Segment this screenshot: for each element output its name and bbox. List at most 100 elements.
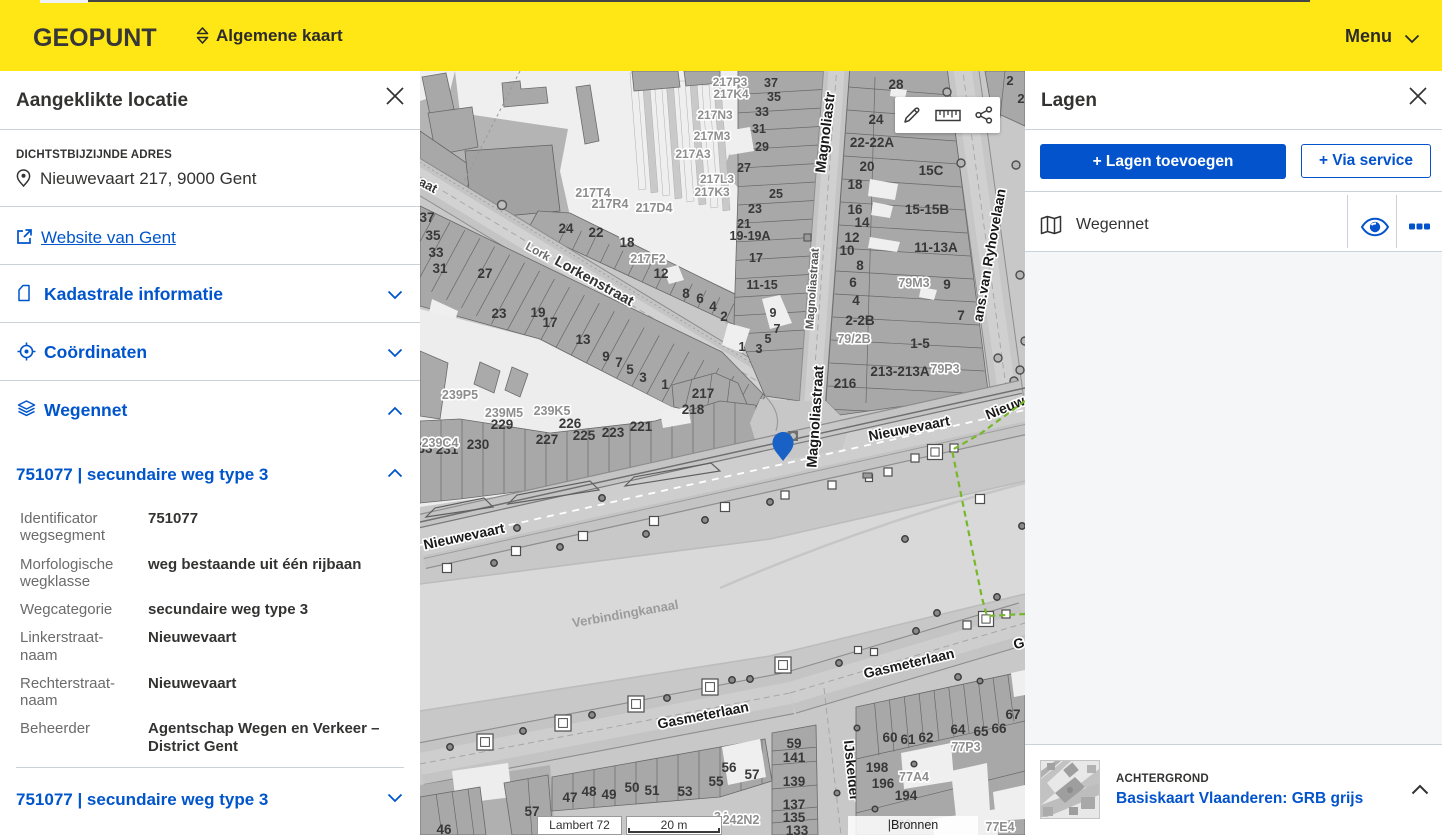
svg-text:50: 50 [624, 780, 639, 795]
svg-text:5: 5 [765, 332, 772, 346]
svg-text:194: 194 [895, 788, 918, 803]
svg-text:19-19A: 19-19A [730, 229, 771, 243]
svg-text:223: 223 [602, 425, 625, 440]
svg-text:7: 7 [774, 322, 781, 336]
svg-text:17: 17 [749, 251, 763, 265]
svg-text:2: 2 [1017, 91, 1024, 106]
svg-text:242N2: 242N2 [723, 813, 760, 827]
svg-text:227: 227 [536, 432, 559, 447]
svg-text:239C4: 239C4 [422, 436, 459, 450]
svg-text:217D4: 217D4 [636, 201, 673, 215]
svg-text:1: 1 [661, 377, 669, 392]
svg-text:79/2B: 79/2B [837, 332, 870, 346]
svg-text:27: 27 [477, 266, 492, 281]
svg-text:22: 22 [588, 225, 603, 240]
svg-text:22-22A: 22-22A [850, 135, 895, 150]
svg-text:7: 7 [615, 355, 623, 370]
svg-text:217M3: 217M3 [694, 129, 731, 143]
svg-text:7: 7 [957, 308, 965, 323]
svg-text:24: 24 [868, 112, 884, 127]
svg-text:56: 56 [721, 760, 737, 775]
svg-text:217R4: 217R4 [592, 197, 629, 211]
svg-text:9: 9 [943, 277, 951, 292]
svg-text:217A3: 217A3 [675, 147, 711, 161]
svg-text:218: 218 [682, 402, 705, 417]
svg-text:67: 67 [1005, 707, 1020, 722]
svg-text:37: 37 [420, 210, 435, 225]
svg-text:77E4: 77E4 [985, 820, 1014, 834]
svg-text:47: 47 [562, 790, 577, 805]
svg-text:33: 33 [755, 105, 769, 119]
svg-text:139: 139 [783, 774, 806, 789]
svg-text:62: 62 [918, 730, 933, 745]
svg-text:79P3: 79P3 [930, 362, 959, 376]
svg-text:61: 61 [900, 732, 916, 747]
svg-text:239P5: 239P5 [442, 388, 478, 402]
svg-text:2: 2 [1006, 73, 1013, 88]
svg-text:23: 23 [491, 306, 507, 321]
svg-text:6: 6 [696, 291, 704, 306]
svg-text:6: 6 [849, 275, 857, 290]
svg-text:217K3: 217K3 [694, 185, 730, 199]
svg-text:133: 133 [786, 823, 809, 835]
svg-text:77P3: 77P3 [951, 740, 980, 754]
svg-text:49: 49 [601, 787, 616, 802]
svg-text:11-15: 11-15 [746, 278, 777, 292]
svg-text:37: 37 [764, 76, 778, 90]
svg-text:33: 33 [428, 245, 444, 260]
svg-text:217: 217 [692, 386, 715, 401]
svg-text:57: 57 [744, 767, 759, 782]
svg-text:10: 10 [839, 243, 854, 258]
svg-text:217F2: 217F2 [630, 252, 665, 266]
svg-text:28: 28 [888, 77, 904, 92]
svg-text:213-213A: 213-213A [870, 364, 930, 379]
svg-text:198: 198 [866, 760, 889, 775]
svg-text:29: 29 [755, 140, 769, 154]
svg-text:23: 23 [748, 202, 762, 216]
svg-text:48: 48 [581, 784, 597, 799]
svg-text:5: 5 [626, 362, 634, 377]
svg-text:24: 24 [558, 221, 574, 236]
svg-text:66: 66 [991, 721, 1007, 736]
svg-text:18: 18 [847, 177, 863, 192]
svg-text:2-2B: 2-2B [845, 313, 875, 328]
svg-text:3: 3 [639, 370, 647, 385]
svg-text:46: 46 [436, 822, 452, 835]
svg-text:65: 65 [973, 724, 989, 739]
svg-text:27: 27 [737, 161, 751, 175]
svg-text:217L3: 217L3 [700, 172, 734, 186]
svg-text:239M5: 239M5 [485, 406, 523, 420]
svg-text:216: 216 [834, 376, 857, 391]
svg-text:221: 221 [630, 419, 653, 434]
svg-text:20: 20 [859, 159, 874, 174]
svg-text:9: 9 [770, 306, 777, 320]
svg-text:9: 9 [602, 349, 610, 364]
svg-text:4: 4 [709, 299, 717, 314]
svg-text:14: 14 [854, 215, 870, 230]
svg-text:12: 12 [653, 266, 668, 281]
svg-text:225: 225 [573, 428, 596, 443]
svg-text:31: 31 [432, 261, 448, 276]
svg-text:141: 141 [783, 750, 806, 765]
svg-text:77A4: 77A4 [899, 770, 929, 784]
svg-text:31: 31 [752, 122, 766, 136]
svg-text:35: 35 [767, 90, 781, 104]
svg-text:55: 55 [708, 774, 724, 789]
svg-text:13: 13 [575, 332, 591, 347]
svg-text:3: 3 [756, 342, 763, 356]
svg-text:11-13A: 11-13A [914, 240, 958, 255]
svg-text:25: 25 [769, 187, 783, 201]
svg-text:239K5: 239K5 [534, 404, 571, 418]
svg-text:18: 18 [619, 235, 635, 250]
svg-text:1-5: 1-5 [910, 336, 930, 351]
svg-text:60: 60 [882, 730, 897, 745]
svg-text:15C: 15C [919, 163, 944, 178]
svg-text:17: 17 [542, 315, 557, 330]
svg-text:15-15B: 15-15B [905, 202, 950, 217]
svg-text:196: 196 [872, 776, 895, 791]
svg-text:217K4: 217K4 [713, 87, 749, 101]
svg-text:79M3: 79M3 [898, 276, 929, 290]
svg-text:1: 1 [739, 340, 746, 354]
svg-text:2: 2 [720, 309, 728, 324]
svg-text:51: 51 [644, 783, 660, 798]
